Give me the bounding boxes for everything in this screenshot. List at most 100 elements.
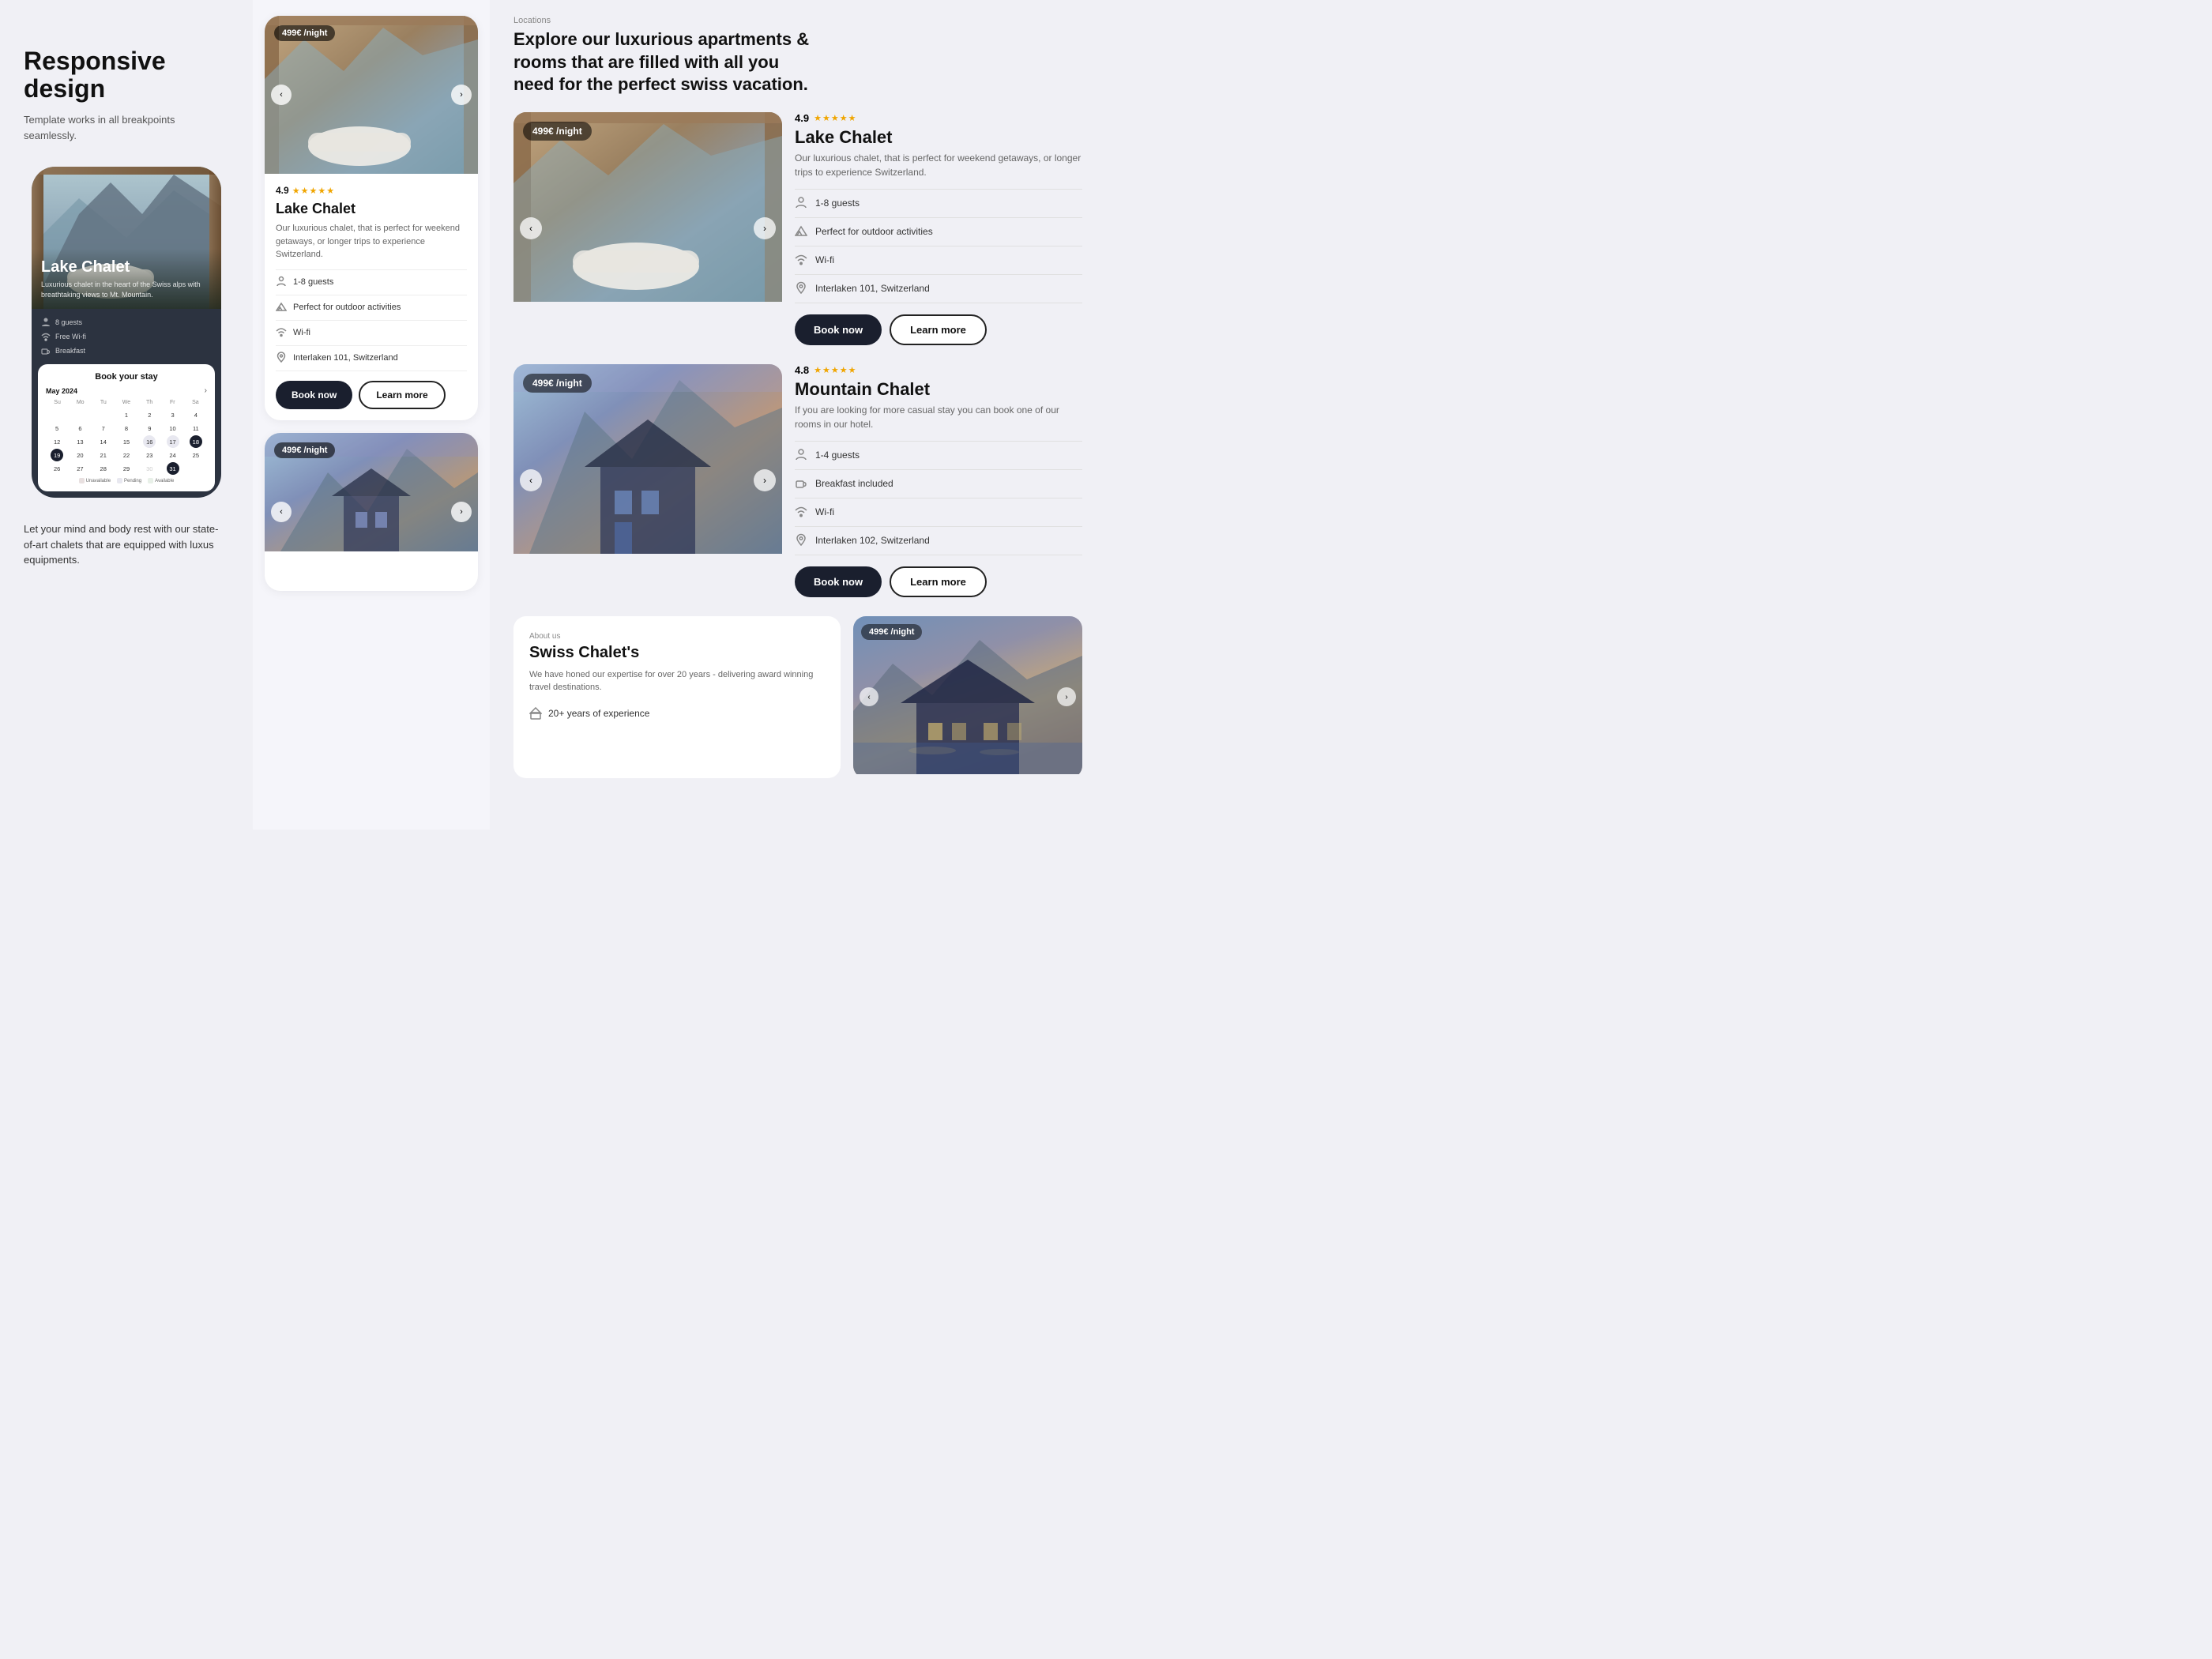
cal-cell[interactable]: 4: [190, 408, 202, 421]
cal-cell[interactable]: 9: [143, 422, 156, 434]
locations-label: Locations: [514, 16, 1082, 25]
day-th: Th: [138, 398, 161, 407]
left-bottom-text: Let your mind and body rest with our sta…: [24, 521, 229, 568]
cal-cell[interactable]: 15: [120, 435, 133, 448]
listing-feature-location: Interlaken 101, Switzerland: [795, 275, 1082, 303]
calendar-grid: 1 2 3 4 5 6 7 8 9 10 11 12 13 14 15 16 1…: [46, 408, 207, 475]
cal-cell-pending[interactable]: 17: [167, 435, 179, 448]
listing-rating-score: 4.9: [795, 112, 809, 124]
listing-stars: ★ ★ ★ ★ ★: [814, 113, 856, 123]
side-card-nav-right[interactable]: ›: [1057, 687, 1076, 706]
legend-pending: Pending: [117, 478, 141, 483]
cal-cell[interactable]: 27: [73, 462, 86, 475]
cal-cell[interactable]: [73, 408, 86, 421]
mountain-chalet-card-image: 499€ /night ‹ ›: [265, 433, 478, 591]
cal-cell[interactable]: 14: [97, 435, 110, 448]
card-features: 1-8 guests Perfect for outdoor activitie…: [276, 269, 467, 371]
lake-chalet-listing-info: 4.9 ★ ★ ★ ★ ★ Lake Chalet Our luxurious …: [795, 112, 1082, 345]
legend-available: Available: [148, 478, 174, 483]
wifi-icon: [795, 505, 807, 520]
mountain-chalet-card-sm: 499€ /night ‹ ›: [265, 433, 478, 591]
card-body: 4.9 ★ ★ ★ ★ ★ Lake Chalet Our luxurious …: [265, 174, 478, 420]
star-1: ★: [814, 365, 822, 375]
cal-cell[interactable]: 3: [167, 408, 179, 421]
calendar-next[interactable]: ›: [205, 386, 207, 395]
cal-cell[interactable]: 21: [97, 449, 110, 461]
cal-cell[interactable]: 10: [167, 422, 179, 434]
star-3: ★: [309, 186, 317, 196]
mountain-card-nav-left[interactable]: ‹: [271, 502, 292, 522]
book-now-button[interactable]: Book now: [276, 381, 352, 409]
cal-cell-pending[interactable]: 16: [143, 435, 156, 448]
cal-cell[interactable]: 11: [190, 422, 202, 434]
listing-learn-more-button[interactable]: Learn more: [890, 314, 987, 345]
mountain-listing-rating: 4.8 ★ ★ ★ ★ ★: [795, 364, 1082, 376]
listing-book-now-button[interactable]: Book now: [795, 314, 882, 345]
mountain-card-price-badge: 499€ /night: [274, 442, 335, 458]
stars: ★ ★ ★ ★ ★: [292, 186, 334, 196]
phone-booking-widget: Book your stay May 2024 › Su Mo Tu We Th…: [38, 364, 215, 491]
cal-cell[interactable]: 8: [120, 422, 133, 434]
mountain-book-now-button[interactable]: Book now: [795, 566, 882, 597]
listing-nav-left-btn[interactable]: ‹: [520, 217, 542, 239]
wifi-icon: [276, 326, 287, 340]
listing-price-badge: 499€ /night: [523, 122, 592, 141]
card-actions: Book now Learn more: [276, 381, 467, 409]
mountain-listing-nav-left[interactable]: ‹: [520, 469, 542, 491]
cal-cell[interactable]: 13: [73, 435, 86, 448]
cal-cell[interactable]: [51, 408, 63, 421]
feature-outdoor: Perfect for outdoor activities: [276, 295, 467, 321]
learn-more-button[interactable]: Learn more: [359, 381, 445, 409]
listing-nav-right-btn[interactable]: ›: [754, 217, 776, 239]
cal-cell[interactable]: 24: [167, 449, 179, 461]
legend-dot-pending: [117, 478, 122, 483]
side-card-nav-left[interactable]: ‹: [860, 687, 878, 706]
feature-wifi: Wi-fi: [276, 321, 467, 346]
about-card: About us Swiss Chalet's We have honed ou…: [514, 616, 841, 778]
day-sa: Sa: [184, 398, 207, 407]
cal-cell[interactable]: 25: [190, 449, 202, 461]
cal-cell[interactable]: 5: [51, 422, 63, 434]
mountain-learn-more-button[interactable]: Learn more: [890, 566, 987, 597]
card-nav-right-btn[interactable]: ›: [451, 85, 472, 105]
day-fr: Fr: [161, 398, 184, 407]
cal-cell-selected[interactable]: 19: [51, 449, 63, 461]
cal-cell[interactable]: 29: [120, 462, 133, 475]
mountain-icon: [795, 224, 807, 239]
wifi-icon: [795, 253, 807, 268]
day-we: We: [115, 398, 137, 407]
cal-cell[interactable]: 22: [120, 449, 133, 461]
star-4: ★: [840, 365, 848, 375]
card-nav-left-btn[interactable]: ‹: [271, 85, 292, 105]
cal-cell[interactable]: 2: [143, 408, 156, 421]
cal-cell[interactable]: 1: [120, 408, 133, 421]
cal-cell[interactable]: 6: [73, 422, 86, 434]
calendar-header: May 2024 ›: [46, 386, 207, 395]
cal-cell[interactable]: 23: [143, 449, 156, 461]
cal-cell[interactable]: 20: [73, 449, 86, 461]
mountain-listing-price-badge: 499€ /night: [523, 374, 592, 393]
locations-title: Explore our luxurious apartments & rooms…: [514, 28, 814, 96]
phone-property-desc: Luxurious chalet in the heart of the Swi…: [41, 280, 212, 299]
wifi-icon: [41, 332, 51, 341]
cal-cell-selected[interactable]: 18: [190, 435, 202, 448]
star-4: ★: [318, 186, 325, 196]
cal-cell[interactable]: 26: [51, 462, 63, 475]
mountain-card-nav-right[interactable]: ›: [451, 502, 472, 522]
legend-dot-unavailable: [79, 478, 85, 483]
cal-cell[interactable]: [97, 408, 110, 421]
cal-cell-selected[interactable]: 31: [167, 462, 179, 475]
cal-cell[interactable]: 7: [97, 422, 110, 434]
mountain-listing-nav-right[interactable]: ›: [754, 469, 776, 491]
listing-feature-wifi: Wi-fi: [795, 246, 1082, 275]
mountain-chalet-listing-info: 4.8 ★ ★ ★ ★ ★ Mountain Chalet If you are…: [795, 364, 1082, 597]
mountain-listing-desc: If you are looking for more casual stay …: [795, 403, 1082, 431]
cal-cell[interactable]: 28: [97, 462, 110, 475]
cal-cell[interactable]: 12: [51, 435, 63, 448]
listing-title: Lake Chalet: [795, 127, 1082, 148]
about-label: About us: [529, 632, 825, 641]
card-desc: Our luxurious chalet, that is perfect fo…: [276, 222, 467, 261]
day-su: Su: [46, 398, 69, 407]
day-tu: Tu: [92, 398, 115, 407]
mountain-rating-score: 4.8: [795, 364, 809, 376]
